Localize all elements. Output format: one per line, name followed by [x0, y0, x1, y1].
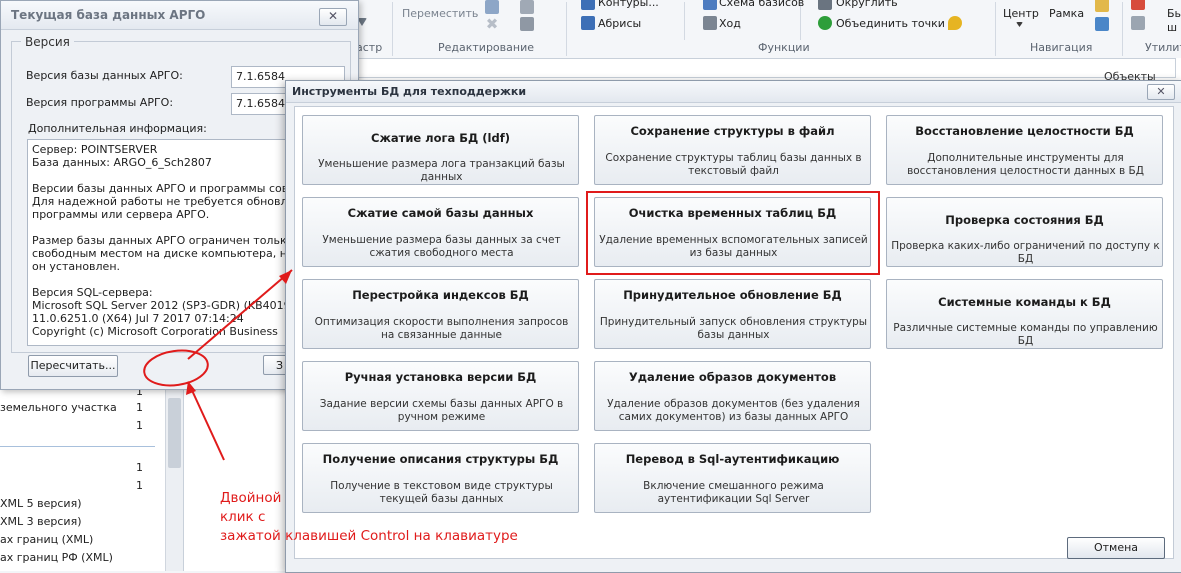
annotation-overlay: [143, 269, 293, 461]
annotation-arrow-line: [187, 269, 293, 360]
annotation-circle: [143, 349, 209, 387]
annotation-text: Двойной: [220, 490, 282, 506]
annotation-arrowhead: [279, 270, 292, 284]
annotation-arrow-line: [189, 385, 225, 461]
annotation-text: клик с: [220, 509, 266, 525]
annotation-text: зажатой клавишей Control на клавиатуре: [220, 528, 518, 544]
